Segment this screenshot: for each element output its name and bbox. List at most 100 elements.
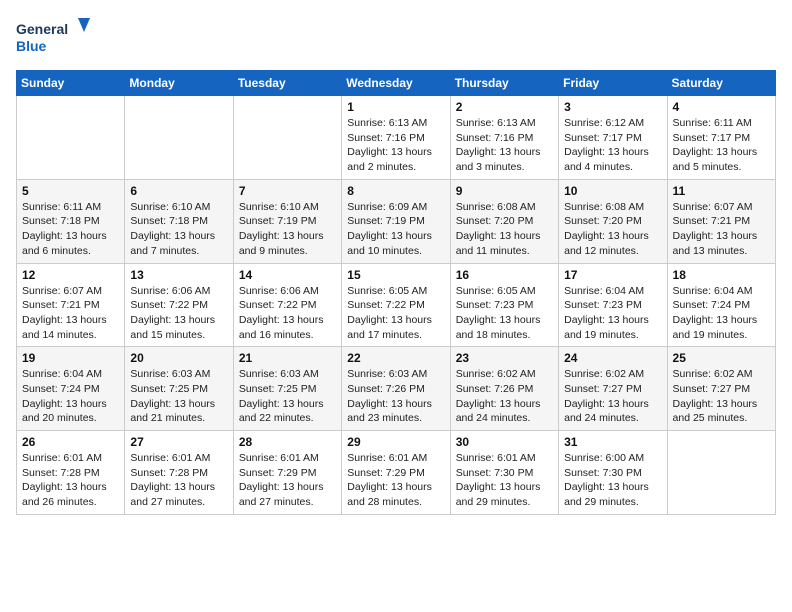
day-number: 22 xyxy=(347,351,444,365)
day-number: 11 xyxy=(673,184,770,198)
calendar-cell: 21 Sunrise: 6:03 AM Sunset: 7:25 PM Dayli… xyxy=(233,347,341,431)
day-header-friday: Friday xyxy=(559,71,667,96)
day-info: Sunrise: 6:03 AM Sunset: 7:25 PM Dayligh… xyxy=(239,367,336,426)
calendar-cell: 2 Sunrise: 6:13 AM Sunset: 7:16 PM Daylig… xyxy=(450,96,558,180)
day-number: 12 xyxy=(22,268,119,282)
day-number: 13 xyxy=(130,268,227,282)
day-info: Sunrise: 6:01 AM Sunset: 7:29 PM Dayligh… xyxy=(239,451,336,510)
day-info: Sunrise: 6:02 AM Sunset: 7:26 PM Dayligh… xyxy=(456,367,553,426)
calendar-cell: 30 Sunrise: 6:01 AM Sunset: 7:30 PM Dayli… xyxy=(450,431,558,515)
calendar-week-row: 12 Sunrise: 6:07 AM Sunset: 7:21 PM Dayli… xyxy=(17,263,776,347)
calendar-cell: 28 Sunrise: 6:01 AM Sunset: 7:29 PM Dayli… xyxy=(233,431,341,515)
day-info: Sunrise: 6:06 AM Sunset: 7:22 PM Dayligh… xyxy=(130,284,227,343)
day-info: Sunrise: 6:10 AM Sunset: 7:19 PM Dayligh… xyxy=(239,200,336,259)
calendar-cell: 5Sunrise: 6:11 AM Sunset: 7:18 PM Daylig… xyxy=(17,179,125,263)
calendar-cell: 7 Sunrise: 6:10 AM Sunset: 7:19 PM Daylig… xyxy=(233,179,341,263)
calendar-cell: 15 Sunrise: 6:05 AM Sunset: 7:22 PM Dayli… xyxy=(342,263,450,347)
day-number: 26 xyxy=(22,435,119,449)
day-info: Sunrise: 6:01 AM Sunset: 7:28 PM Dayligh… xyxy=(130,451,227,510)
calendar-cell xyxy=(17,96,125,180)
calendar-cell: 14 Sunrise: 6:06 AM Sunset: 7:22 PM Dayli… xyxy=(233,263,341,347)
day-number: 18 xyxy=(673,268,770,282)
calendar-header-row: SundayMondayTuesdayWednesdayThursdayFrid… xyxy=(17,71,776,96)
day-number: 3 xyxy=(564,100,661,114)
day-info: Sunrise: 6:06 AM Sunset: 7:22 PM Dayligh… xyxy=(239,284,336,343)
svg-text:General: General xyxy=(16,21,68,37)
day-number: 20 xyxy=(130,351,227,365)
day-number: 7 xyxy=(239,184,336,198)
calendar-cell: 8 Sunrise: 6:09 AM Sunset: 7:19 PM Daylig… xyxy=(342,179,450,263)
calendar-cell: 3 Sunrise: 6:12 AM Sunset: 7:17 PM Daylig… xyxy=(559,96,667,180)
calendar-cell: 27 Sunrise: 6:01 AM Sunset: 7:28 PM Dayli… xyxy=(125,431,233,515)
day-info: Sunrise: 6:05 AM Sunset: 7:23 PM Dayligh… xyxy=(456,284,553,343)
day-info: Sunrise: 6:12 AM Sunset: 7:17 PM Dayligh… xyxy=(564,116,661,175)
day-info: Sunrise: 6:09 AM Sunset: 7:19 PM Dayligh… xyxy=(347,200,444,259)
day-info: Sunrise: 6:08 AM Sunset: 7:20 PM Dayligh… xyxy=(564,200,661,259)
calendar-cell: 12 Sunrise: 6:07 AM Sunset: 7:21 PM Dayli… xyxy=(17,263,125,347)
day-number: 27 xyxy=(130,435,227,449)
day-info: Sunrise: 6:13 AM Sunset: 7:16 PM Dayligh… xyxy=(456,116,553,175)
day-number: 6 xyxy=(130,184,227,198)
calendar-cell: 19Sunrise: 6:04 AM Sunset: 7:24 PM Dayli… xyxy=(17,347,125,431)
calendar-cell xyxy=(667,431,775,515)
day-header-thursday: Thursday xyxy=(450,71,558,96)
svg-text:Blue: Blue xyxy=(16,38,47,54)
calendar-cell xyxy=(233,96,341,180)
calendar-cell: 4 Sunrise: 6:11 AM Sunset: 7:17 PM Daylig… xyxy=(667,96,775,180)
day-info: Sunrise: 6:10 AM Sunset: 7:18 PM Dayligh… xyxy=(130,200,227,259)
day-info: Sunrise: 6:11 AM Sunset: 7:17 PM Dayligh… xyxy=(673,116,770,175)
day-info: Sunrise: 6:01 AM Sunset: 7:29 PM Dayligh… xyxy=(347,451,444,510)
day-number: 24 xyxy=(564,351,661,365)
day-number: 21 xyxy=(239,351,336,365)
calendar-cell: 25Sunrise: 6:02 AM Sunset: 7:27 PM Dayli… xyxy=(667,347,775,431)
day-info: Sunrise: 6:02 AM Sunset: 7:27 PM Dayligh… xyxy=(564,367,661,426)
calendar-cell xyxy=(125,96,233,180)
calendar-cell: 31Sunrise: 6:00 AM Sunset: 7:30 PM Dayli… xyxy=(559,431,667,515)
day-info: Sunrise: 6:07 AM Sunset: 7:21 PM Dayligh… xyxy=(22,284,119,343)
calendar-cell: 26 Sunrise: 6:01 AM Sunset: 7:28 PM Dayli… xyxy=(17,431,125,515)
day-info: Sunrise: 6:01 AM Sunset: 7:30 PM Dayligh… xyxy=(456,451,553,510)
day-number: 1 xyxy=(347,100,444,114)
calendar-week-row: 19Sunrise: 6:04 AM Sunset: 7:24 PM Dayli… xyxy=(17,347,776,431)
day-number: 8 xyxy=(347,184,444,198)
logo-svg: GeneralBlue xyxy=(16,16,96,60)
day-number: 5 xyxy=(22,184,119,198)
day-number: 10 xyxy=(564,184,661,198)
day-number: 14 xyxy=(239,268,336,282)
day-header-tuesday: Tuesday xyxy=(233,71,341,96)
day-number: 2 xyxy=(456,100,553,114)
day-number: 9 xyxy=(456,184,553,198)
day-info: Sunrise: 6:03 AM Sunset: 7:26 PM Dayligh… xyxy=(347,367,444,426)
calendar-cell: 22 Sunrise: 6:03 AM Sunset: 7:26 PM Dayli… xyxy=(342,347,450,431)
day-info: Sunrise: 6:05 AM Sunset: 7:22 PM Dayligh… xyxy=(347,284,444,343)
calendar-table: SundayMondayTuesdayWednesdayThursdayFrid… xyxy=(16,70,776,515)
day-number: 15 xyxy=(347,268,444,282)
calendar-cell: 18Sunrise: 6:04 AM Sunset: 7:24 PM Dayli… xyxy=(667,263,775,347)
day-number: 23 xyxy=(456,351,553,365)
day-number: 17 xyxy=(564,268,661,282)
day-header-saturday: Saturday xyxy=(667,71,775,96)
calendar-cell: 16 Sunrise: 6:05 AM Sunset: 7:23 PM Dayli… xyxy=(450,263,558,347)
day-info: Sunrise: 6:04 AM Sunset: 7:23 PM Dayligh… xyxy=(564,284,661,343)
calendar-cell: 1Sunrise: 6:13 AM Sunset: 7:16 PM Daylig… xyxy=(342,96,450,180)
day-number: 19 xyxy=(22,351,119,365)
calendar-cell: 11 Sunrise: 6:07 AM Sunset: 7:21 PM Dayli… xyxy=(667,179,775,263)
day-number: 4 xyxy=(673,100,770,114)
calendar-cell: 6 Sunrise: 6:10 AM Sunset: 7:18 PM Daylig… xyxy=(125,179,233,263)
day-header-monday: Monday xyxy=(125,71,233,96)
calendar-cell: 20 Sunrise: 6:03 AM Sunset: 7:25 PM Dayli… xyxy=(125,347,233,431)
day-info: Sunrise: 6:03 AM Sunset: 7:25 PM Dayligh… xyxy=(130,367,227,426)
calendar-cell: 9 Sunrise: 6:08 AM Sunset: 7:20 PM Daylig… xyxy=(450,179,558,263)
day-info: Sunrise: 6:02 AM Sunset: 7:27 PM Dayligh… xyxy=(673,367,770,426)
day-number: 31 xyxy=(564,435,661,449)
day-number: 16 xyxy=(456,268,553,282)
day-header-wednesday: Wednesday xyxy=(342,71,450,96)
day-number: 30 xyxy=(456,435,553,449)
day-info: Sunrise: 6:08 AM Sunset: 7:20 PM Dayligh… xyxy=(456,200,553,259)
calendar-cell: 23 Sunrise: 6:02 AM Sunset: 7:26 PM Dayli… xyxy=(450,347,558,431)
logo: GeneralBlue xyxy=(16,16,96,60)
day-number: 29 xyxy=(347,435,444,449)
day-info: Sunrise: 6:07 AM Sunset: 7:21 PM Dayligh… xyxy=(673,200,770,259)
day-info: Sunrise: 6:01 AM Sunset: 7:28 PM Dayligh… xyxy=(22,451,119,510)
day-number: 28 xyxy=(239,435,336,449)
